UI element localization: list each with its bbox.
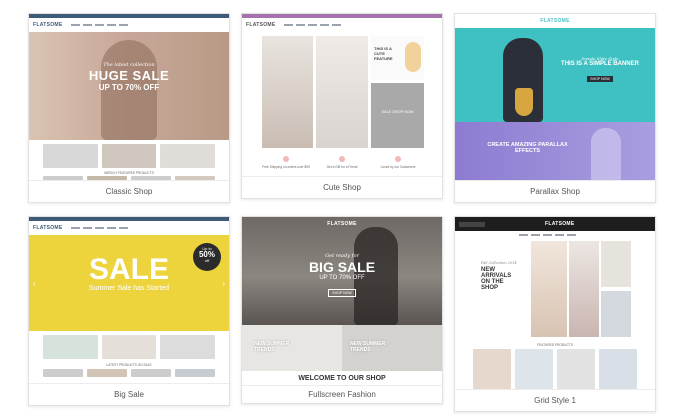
brand-logo: FLATSOME — [33, 225, 63, 231]
promo-box-2: SALE DROP NOW — [371, 83, 424, 148]
shop-now-button[interactable]: SHOP NOW — [328, 289, 356, 297]
grid-image-bottom-right — [601, 291, 631, 337]
hero-grid: THIS IS A CUTE FEATURE SALE DROP NOW — [262, 36, 424, 148]
mini-nav — [70, 24, 128, 26]
section-headline: CREATE AMAZING PARALLAX EFFECTS — [487, 142, 568, 154]
hero-banner: FLATSOME Get ready for BIG SALE UP TO 70… — [242, 217, 442, 325]
hero-banner: The latest collection HUGE SALE UP TO 70… — [29, 32, 229, 140]
hero-banner: Simple Slide Style THIS IS A SIMPLE BANN… — [455, 28, 655, 122]
slider-prev-arrow[interactable]: ‹ — [33, 279, 36, 288]
grid-image-mid — [569, 241, 599, 337]
section-title: LATEST PRODUCTS ON SALE — [106, 363, 152, 367]
welcome-heading: WELCOME TO OUR SHOP — [298, 375, 386, 382]
hero-image-left — [262, 36, 313, 148]
card-label[interactable]: Big Sale — [29, 383, 229, 405]
slider-next-arrow[interactable]: › — [222, 279, 225, 288]
demo-card-parallax-shop[interactable]: FLATSOME Simple Slide Style THIS IS A SI… — [454, 13, 656, 203]
mini-nav — [283, 24, 341, 26]
card-label[interactable]: Cute Shop — [242, 176, 442, 198]
hero-headline: BIG SALE — [308, 259, 376, 275]
hero-headline: NEW ARRIVALS ON THE SHOP — [481, 267, 512, 291]
section-title: WEEKLY FEATURED PRODUCTS — [104, 171, 154, 175]
hero-headline: THIS IS A SIMPLE BANNER — [561, 61, 639, 67]
card-label[interactable]: Classic Shop — [29, 180, 229, 202]
mini-header: FLATSOME — [242, 18, 442, 32]
demo-card-fullscreen-fashion[interactable]: FLATSOME Get ready for BIG SALE UP TO 70… — [241, 216, 443, 404]
grid-image-main — [531, 241, 567, 337]
hero-headline: HUGE SALE — [88, 68, 170, 83]
mini-header: FLATSOME — [455, 14, 655, 28]
brand-logo: FLATSOME — [327, 221, 357, 227]
features-row: Free Shipping on orders over $99 Get a G… — [258, 156, 426, 169]
promo-box-1: THIS IS A CUTE FEATURE — [371, 36, 424, 80]
section-title: FEATURED PRODUCTS — [537, 343, 573, 347]
hero-grid: Fall Collection 2014 NEW ARRIVALS ON THE… — [481, 241, 631, 337]
shop-now-button[interactable]: SHOP NOW — [587, 76, 613, 82]
mini-header: FLATSOME — [242, 217, 442, 231]
promo-text-1: THIS IS A CUTE FEATURE — [374, 46, 393, 61]
brand-logo: FLATSOME — [540, 18, 570, 24]
product-row — [473, 349, 637, 389]
mini-nav — [519, 234, 576, 236]
demo-card-big-sale[interactable]: FLATSOME SALE Summer Sale has Started Up… — [28, 216, 230, 406]
hero-image-mid — [316, 36, 368, 148]
search-box[interactable] — [459, 221, 485, 227]
hero-script: Fall Collection 2014 — [481, 261, 517, 265]
mini-nav — [70, 227, 128, 229]
hero-banner: SALE Summer Sale has Started Up to 50% o… — [29, 235, 229, 331]
brand-logo: FLATSOME — [33, 22, 63, 28]
grid-image-top-right — [601, 241, 631, 287]
discount-badge: Up to 50% off — [193, 243, 221, 271]
parallax-section: CREATE AMAZING PARALLAX EFFECTS — [455, 122, 655, 182]
mini-header: FLATSOME — [29, 18, 229, 32]
demo-card-cute-shop[interactable]: FLATSOME THIS IS A CUTE FEATURE SALE DRO… — [241, 13, 443, 199]
product-row-2 — [43, 369, 215, 377]
promo-left: NEW SUMMER TRENDS — [242, 325, 342, 371]
promo-right: NEW SUMMER TRENDS — [342, 325, 442, 371]
saxophone — [515, 88, 533, 116]
demo-card-classic-shop[interactable]: FLATSOME The latest collection HUGE SALE… — [28, 13, 230, 203]
card-label[interactable]: Parallax Shop — [455, 180, 655, 202]
brand-logo: FLATSOME — [246, 22, 276, 28]
product-row — [43, 144, 216, 168]
card-label[interactable]: Fullscreen Fashion — [242, 385, 442, 403]
brand-logo: FLATSOME — [545, 221, 575, 227]
mini-header: FLATSOME — [29, 221, 229, 235]
mini-header: FLATSOME — [455, 217, 655, 231]
product-row — [43, 335, 216, 359]
card-label[interactable]: Grid Style 1 — [455, 389, 655, 411]
demo-card-grid-style-1[interactable]: FLATSOME Fall Collection 2014 NEW ARRIVA… — [454, 216, 656, 412]
promo-text-2: SALE DROP NOW — [381, 110, 414, 114]
hero-subline: UP TO 70% OFF — [319, 275, 365, 281]
hero-subline: Summer Sale has Started — [88, 285, 170, 292]
hero-subline: UP TO 70% OFF — [98, 83, 160, 92]
